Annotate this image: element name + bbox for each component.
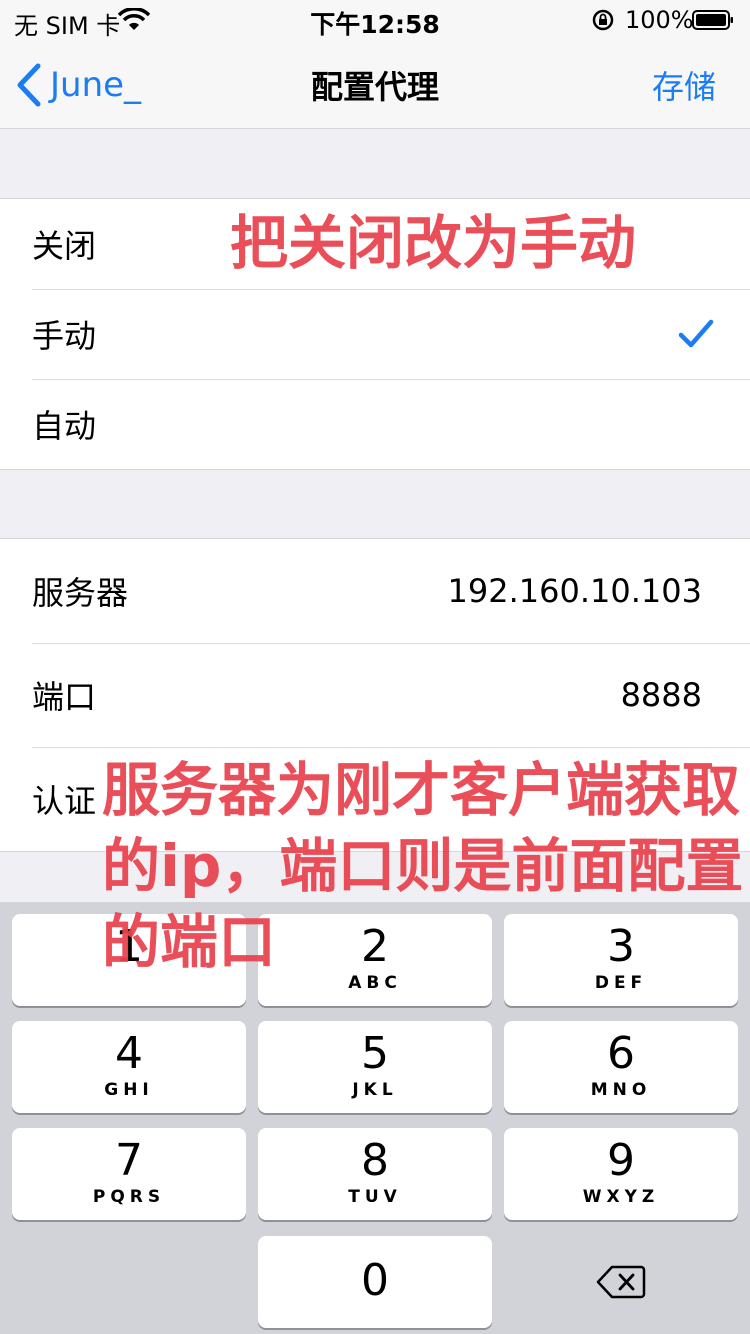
key-digit: 5 [361,1028,389,1079]
port-label: 端口 [32,678,97,716]
key-letters: GHI [104,1080,154,1100]
key-digit: 9 [607,1135,635,1186]
save-button[interactable]: 存储 [652,62,716,108]
auth-label: 认证 [32,782,97,820]
page-title: 配置代理 [310,68,439,106]
delete-icon [596,1265,646,1299]
proxy-mode-manual[interactable]: 手动 [0,289,750,379]
key-5[interactable]: 5 JKL [258,1021,492,1113]
orientation-lock-icon [592,9,614,31]
key-7[interactable]: 7 PQRS [12,1128,246,1220]
server-row[interactable]: 服务器 192.160.10.103 [0,539,750,643]
proxy-mode-label: 手动 [32,317,97,355]
status-bar: 无 SIM 卡 下午12:58 100% [0,0,750,40]
key-letters: JKL [352,1080,398,1100]
key-digit: 0 [361,1255,389,1306]
annotation-bottom: 服务器为刚才客户端获取的ip，端口则是前面配置的端口 [102,756,744,976]
proxy-mode-label: 自动 [32,407,97,445]
battery-icon [692,10,733,30]
key-8[interactable]: 8 TUV [258,1128,492,1220]
port-field[interactable]: 8888 [621,676,702,714]
key-digit: 6 [607,1028,635,1079]
key-digit: 8 [361,1135,389,1186]
proxy-mode-label: 关闭 [32,227,97,265]
annotation-top: 把关闭改为手动 [230,209,637,277]
key-9[interactable]: 9 WXYZ [504,1128,738,1220]
server-field[interactable]: 192.160.10.103 [448,572,702,610]
key-6[interactable]: 6 MNO [504,1021,738,1113]
checkmark-icon [678,319,714,348]
key-letters: MNO [590,1080,652,1100]
key-letters: PQRS [92,1187,166,1207]
battery-percentage: 100% [625,6,694,34]
port-row[interactable]: 端口 8888 [0,643,750,747]
key-4[interactable]: 4 GHI [12,1021,246,1113]
key-digit: 4 [115,1028,143,1079]
navigation-bar: June_ 配置代理 存储 [0,40,750,129]
key-digit: 7 [115,1135,143,1186]
proxy-mode-auto[interactable]: 自动 [0,379,750,469]
delete-key[interactable] [504,1236,738,1328]
key-letters: WXYZ [582,1187,660,1207]
server-label: 服务器 [32,574,129,612]
key-0[interactable]: 0 [258,1236,492,1328]
key-letters: TUV [348,1187,402,1207]
